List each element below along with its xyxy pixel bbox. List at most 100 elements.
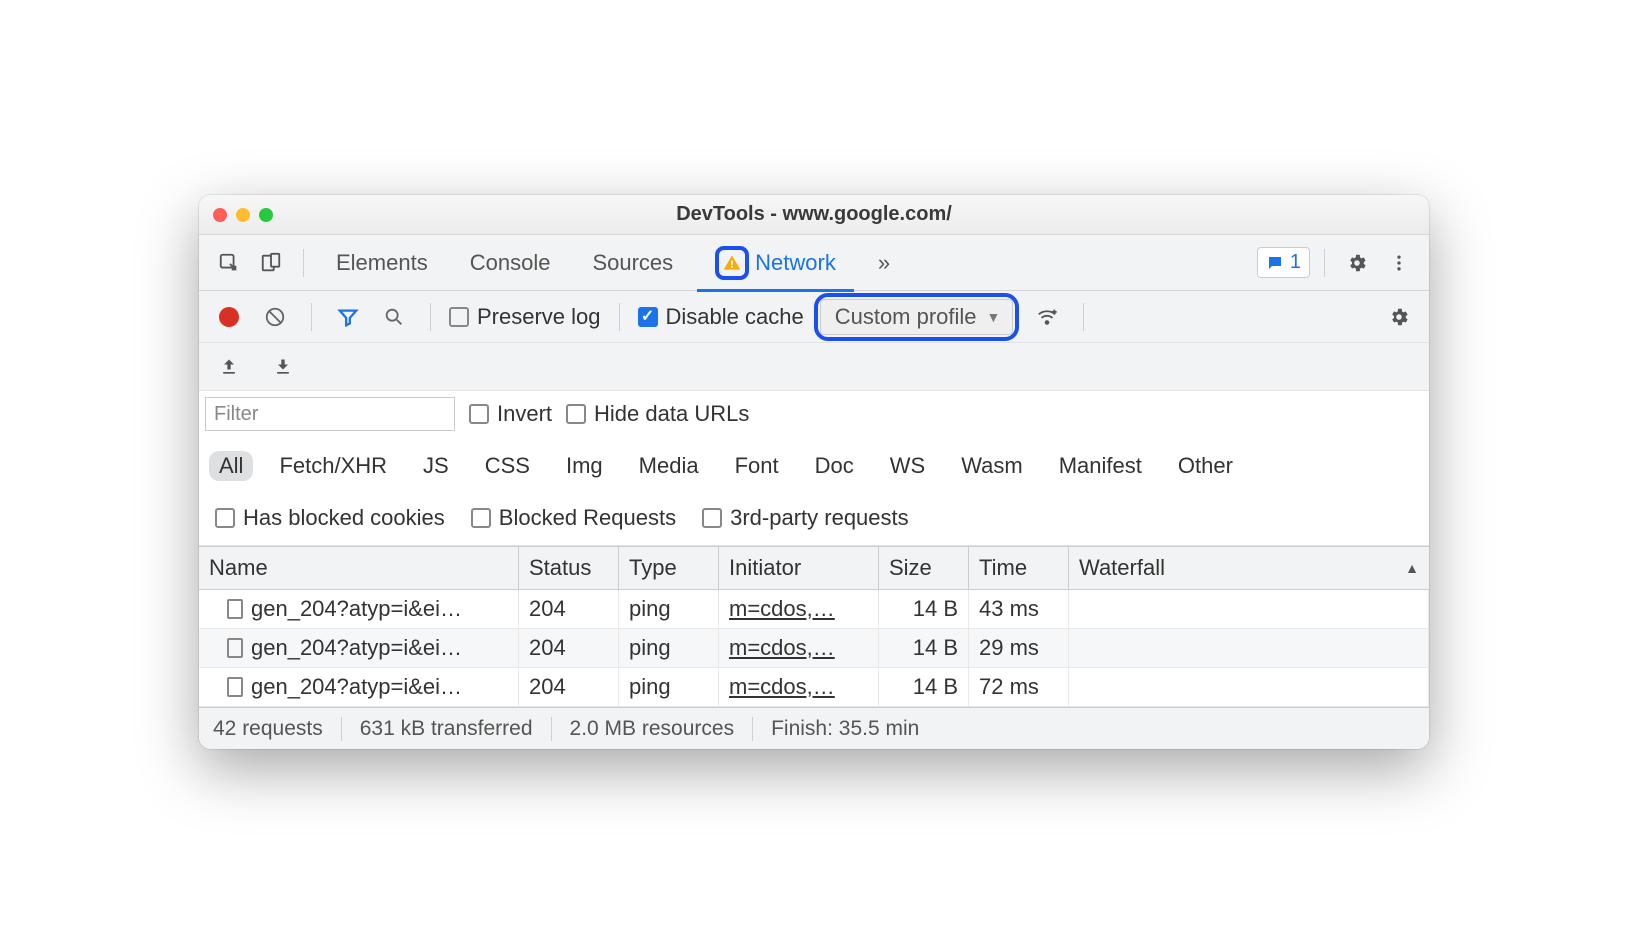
search-icon[interactable]: [376, 299, 412, 335]
network-conditions-icon[interactable]: [1029, 299, 1065, 335]
blocked-cookies-checkbox[interactable]: Has blocked cookies: [215, 505, 445, 531]
checkbox-icon: [215, 508, 235, 528]
document-icon: [227, 638, 243, 658]
checkbox-icon: [638, 307, 658, 327]
main-tabs: Elements Console Sources Network » 1: [199, 235, 1429, 291]
disable-cache-label: Disable cache: [666, 304, 804, 330]
table-row[interactable]: gen_204?atyp=i&ei… 204 ping m=cdos,… 14 …: [199, 629, 1429, 668]
minimize-window-button[interactable]: [236, 208, 250, 222]
chip-all[interactable]: All: [209, 451, 253, 481]
cell-initiator[interactable]: m=cdos,…: [719, 629, 879, 667]
zoom-window-button[interactable]: [259, 208, 273, 222]
third-party-checkbox[interactable]: 3rd-party requests: [702, 505, 909, 531]
cell-waterfall: [1069, 590, 1429, 628]
network-settings-icon[interactable]: [1381, 299, 1417, 335]
tab-label: Elements: [336, 250, 428, 276]
invert-checkbox[interactable]: Invert: [469, 401, 552, 427]
more-tabs-label: »: [878, 250, 890, 276]
document-icon: [227, 677, 243, 697]
issues-button[interactable]: 1: [1257, 247, 1310, 278]
cell-initiator[interactable]: m=cdos,…: [719, 590, 879, 628]
divider: [1083, 303, 1084, 331]
tab-label: Console: [470, 250, 551, 276]
cell-name: gen_204?atyp=i&ei…: [199, 629, 519, 667]
chip-ws[interactable]: WS: [880, 451, 935, 481]
table-row[interactable]: gen_204?atyp=i&ei… 204 ping m=cdos,… 14 …: [199, 668, 1429, 707]
chip-other[interactable]: Other: [1168, 451, 1243, 481]
col-name[interactable]: Name: [199, 547, 519, 589]
cell-name: gen_204?atyp=i&ei…: [199, 668, 519, 706]
throttling-value: Custom profile: [835, 304, 977, 330]
export-har-icon[interactable]: [265, 349, 301, 385]
status-resources: 2.0 MB resources: [552, 717, 754, 741]
tabs-overflow[interactable]: »: [860, 235, 908, 291]
cell-size: 14 B: [879, 668, 969, 706]
col-initiator[interactable]: Initiator: [719, 547, 879, 589]
chat-icon: [1266, 254, 1284, 272]
chip-doc[interactable]: Doc: [805, 451, 864, 481]
filter-toggle-icon[interactable]: [330, 299, 366, 335]
inspect-element-icon[interactable]: [211, 245, 247, 281]
chip-wasm[interactable]: Wasm: [951, 451, 1033, 481]
chevron-down-icon: ▼: [987, 309, 1001, 325]
cell-size: 14 B: [879, 629, 969, 667]
divider: [1324, 249, 1325, 277]
tab-elements[interactable]: Elements: [318, 235, 446, 291]
status-bar: 42 requests 631 kB transferred 2.0 MB re…: [199, 707, 1429, 749]
col-waterfall[interactable]: Waterfall▲: [1069, 547, 1429, 589]
col-time[interactable]: Time: [969, 547, 1069, 589]
close-window-button[interactable]: [213, 208, 227, 222]
col-size[interactable]: Size: [879, 547, 969, 589]
chip-js[interactable]: JS: [413, 451, 459, 481]
tab-network[interactable]: Network: [697, 235, 854, 291]
chip-media[interactable]: Media: [629, 451, 709, 481]
device-toolbar-icon[interactable]: [253, 245, 289, 281]
window-title: DevTools - www.google.com/: [199, 203, 1429, 226]
blocked-cookies-label: Has blocked cookies: [243, 505, 445, 531]
chip-manifest[interactable]: Manifest: [1049, 451, 1152, 481]
settings-icon[interactable]: [1339, 245, 1375, 281]
cell-waterfall: [1069, 629, 1429, 667]
import-har-icon[interactable]: [211, 349, 247, 385]
cell-waterfall: [1069, 668, 1429, 706]
titlebar: DevTools - www.google.com/: [199, 195, 1429, 235]
table-row[interactable]: gen_204?atyp=i&ei… 204 ping m=cdos,… 14 …: [199, 590, 1429, 629]
chip-font[interactable]: Font: [725, 451, 789, 481]
kebab-menu-icon[interactable]: [1381, 245, 1417, 281]
hide-data-urls-label: Hide data URLs: [594, 401, 749, 427]
blocked-requests-checkbox[interactable]: Blocked Requests: [471, 505, 676, 531]
cell-time: 72 ms: [969, 668, 1069, 706]
disable-cache-checkbox[interactable]: Disable cache: [638, 304, 804, 330]
hide-data-urls-checkbox[interactable]: Hide data URLs: [566, 401, 749, 427]
filter-bar: Invert Hide data URLs All Fetch/XHR JS C…: [199, 391, 1429, 546]
chip-img[interactable]: Img: [556, 451, 613, 481]
tab-console[interactable]: Console: [452, 235, 569, 291]
cell-name: gen_204?atyp=i&ei…: [199, 590, 519, 628]
network-toolbar: Preserve log Disable cache Custom profil…: [199, 291, 1429, 343]
table-header: Name Status Type Initiator Size Time Wat…: [199, 547, 1429, 590]
record-button[interactable]: [211, 299, 247, 335]
cell-initiator[interactable]: m=cdos,…: [719, 668, 879, 706]
divider: [430, 303, 431, 331]
col-type[interactable]: Type: [619, 547, 719, 589]
col-status[interactable]: Status: [519, 547, 619, 589]
tab-label: Network: [755, 250, 836, 276]
status-finish: Finish: 35.5 min: [753, 717, 937, 741]
warning-icon: [715, 246, 749, 280]
preserve-log-checkbox[interactable]: Preserve log: [449, 304, 601, 330]
checkbox-icon: [566, 404, 586, 424]
cell-status: 204: [519, 590, 619, 628]
chip-css[interactable]: CSS: [475, 451, 540, 481]
cell-size: 14 B: [879, 590, 969, 628]
divider: [619, 303, 620, 331]
filter-input[interactable]: [205, 397, 455, 431]
chip-fetch-xhr[interactable]: Fetch/XHR: [269, 451, 397, 481]
invert-label: Invert: [497, 401, 552, 427]
cell-type: ping: [619, 590, 719, 628]
clear-button[interactable]: [257, 299, 293, 335]
cell-status: 204: [519, 668, 619, 706]
record-icon: [219, 307, 239, 327]
type-filter-chips: All Fetch/XHR JS CSS Img Media Font Doc …: [205, 445, 1423, 483]
throttling-select[interactable]: Custom profile ▼: [820, 299, 1014, 335]
tab-sources[interactable]: Sources: [574, 235, 691, 291]
